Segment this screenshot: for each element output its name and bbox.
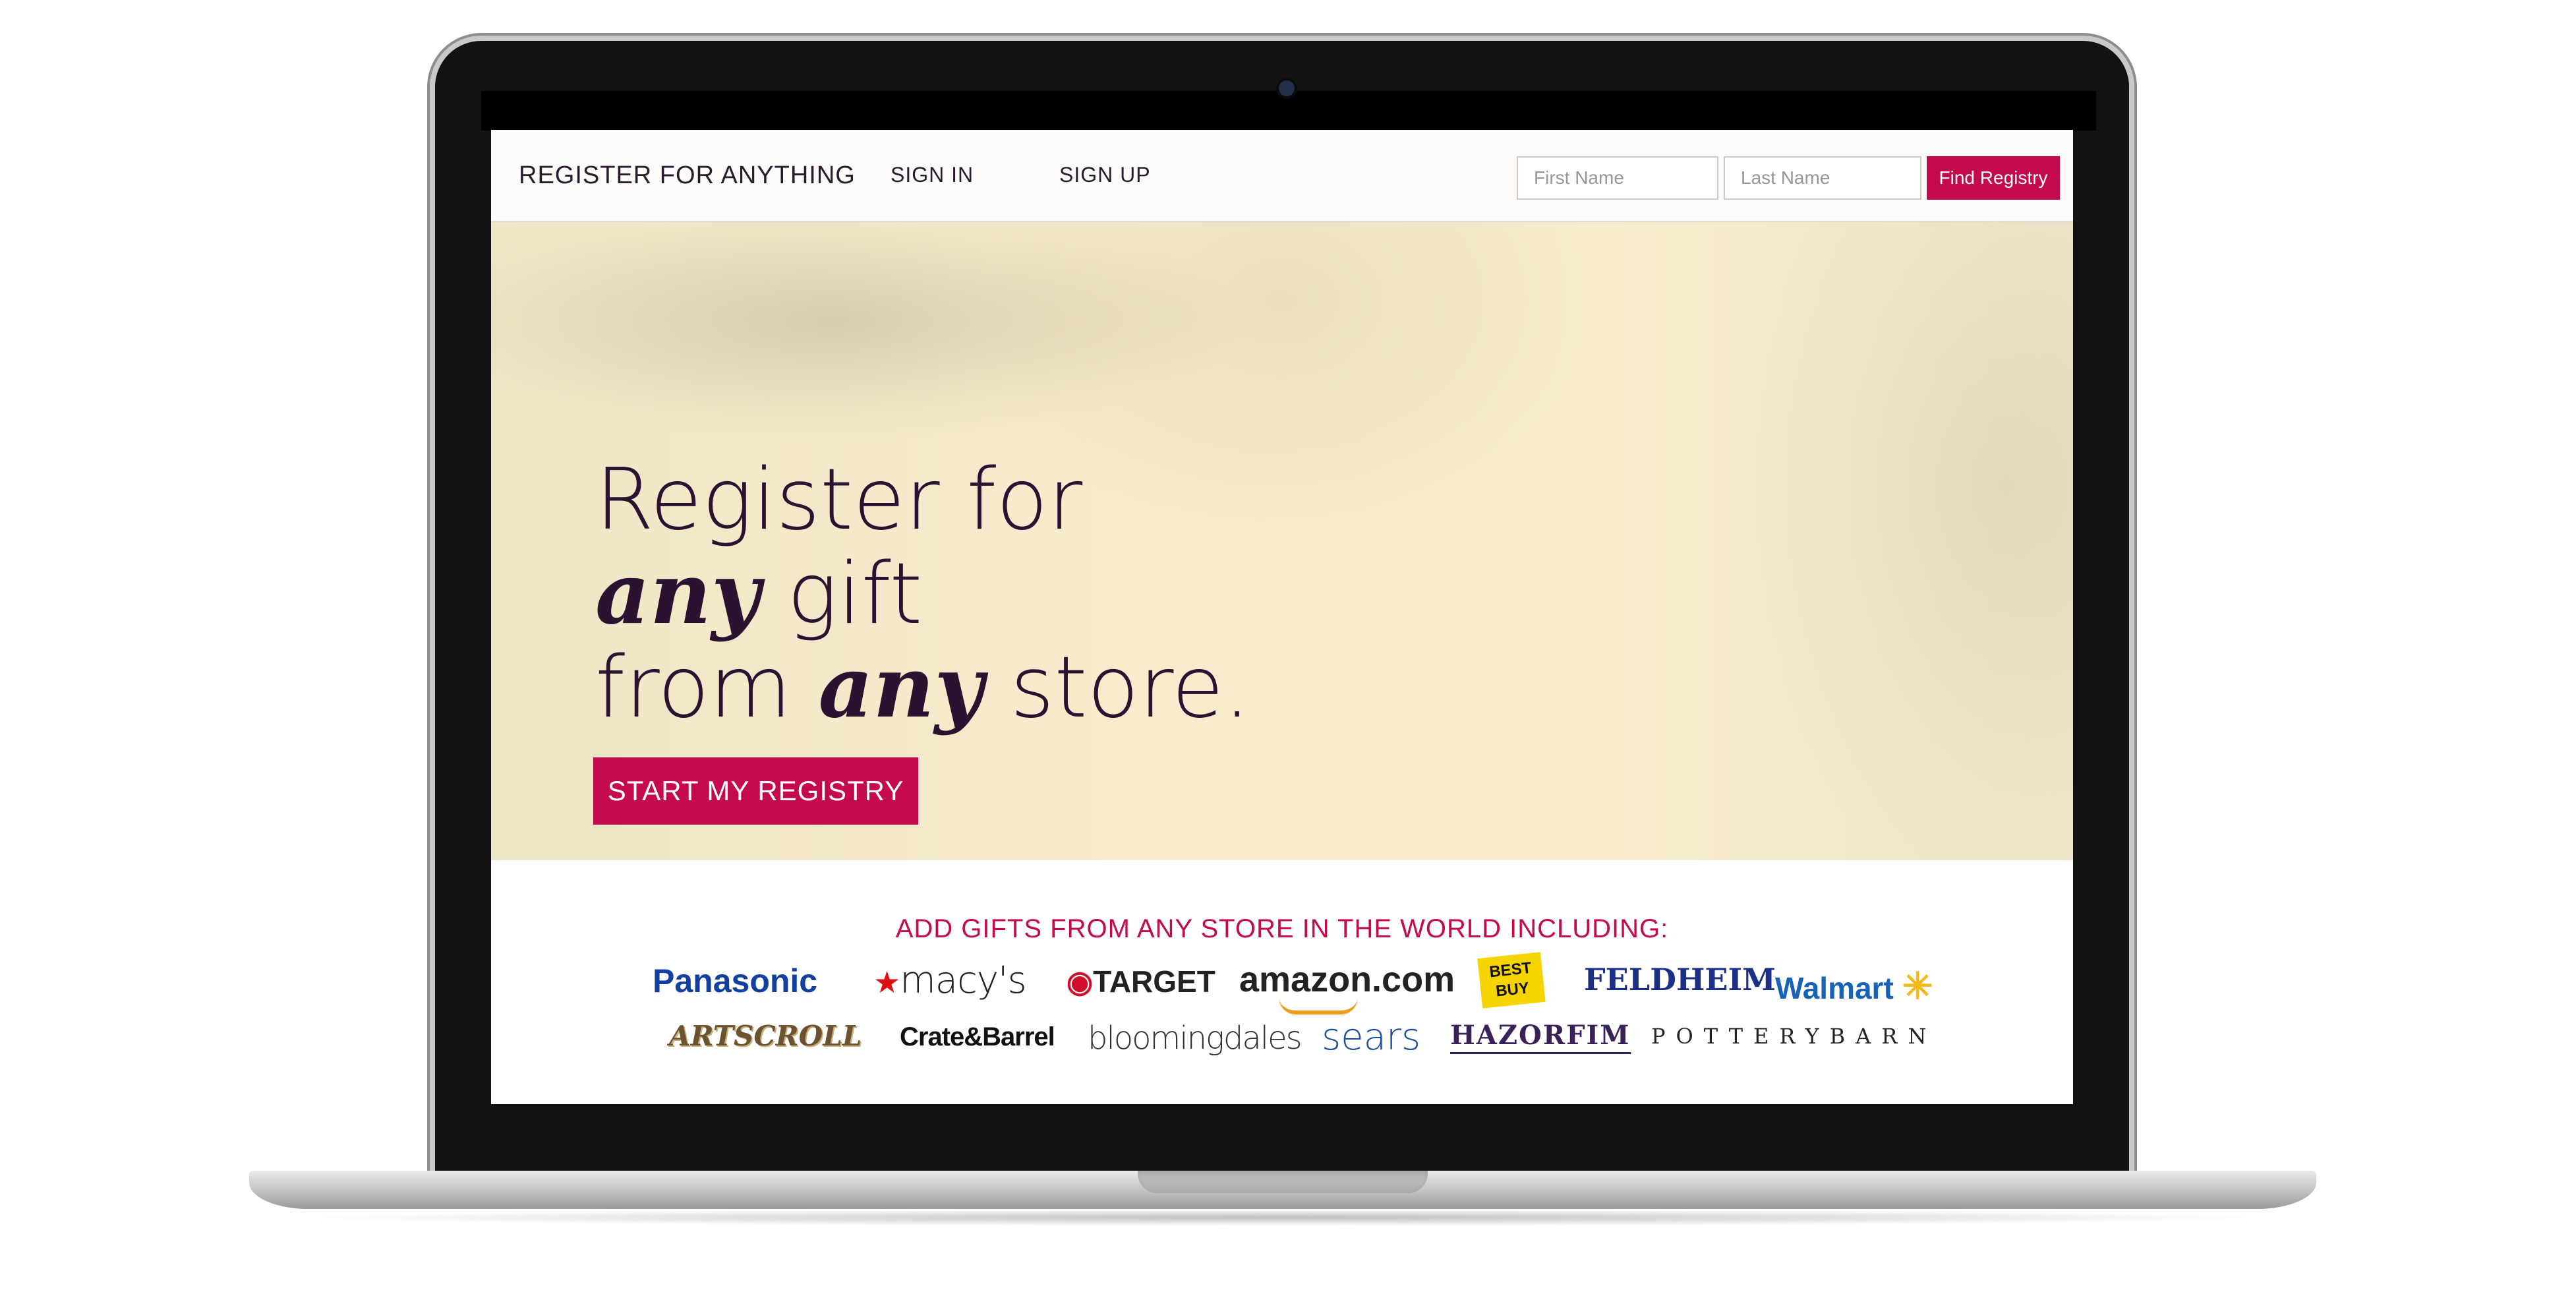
amazon-wordmark: amazon.com <box>1239 960 1455 999</box>
macys-logo: ★macy's <box>873 959 1027 1002</box>
pottery-barn-logo: POTTERYBARN <box>1651 1024 1937 1049</box>
bestbuy-logo: BEST BUY <box>1477 952 1546 1009</box>
amazon-logo: amazon.com <box>1239 959 1455 1014</box>
target-wordmark: TARGET <box>1093 964 1215 999</box>
site-brand[interactable]: REGISTER FOR ANYTHING <box>519 162 856 190</box>
walmart-spark-icon: ✳ <box>1902 965 1933 1007</box>
hero-text: from <box>595 639 819 737</box>
screen-top-bezel <box>481 91 2096 131</box>
stores-heading: ADD GIFTS FROM ANY STORE IN THE WORLD IN… <box>895 914 1669 943</box>
bullseye-icon: ◉ <box>1067 964 1094 999</box>
webcam-icon <box>1279 80 1295 96</box>
artscroll-logo: ARTSCROLL <box>669 1020 862 1052</box>
macys-wordmark: macy's <box>900 959 1026 1002</box>
hero-headline-line-2: any gift <box>595 552 922 637</box>
walmart-wordmark: Walmart <box>1775 971 1894 1005</box>
hero-text: gift <box>760 545 923 643</box>
bloomingdales-logo: bloomingdales <box>1088 1020 1303 1057</box>
target-logo: ◉TARGET <box>1067 964 1215 999</box>
crate-and-barrel-logo: Crate&Barrel <box>900 1022 1055 1051</box>
feldheim-logo: FELDHEIM <box>1584 962 1776 997</box>
hero-text: store. <box>983 639 1251 737</box>
panasonic-logo: Panasonic <box>653 962 818 999</box>
stores-section: ADD GIFTS FROM ANY STORE IN THE WORLD IN… <box>491 862 2073 1104</box>
hero-headline-line-3: from any store. <box>595 645 1250 730</box>
sears-logo: sears <box>1322 1016 1421 1059</box>
first-name-field[interactable] <box>1517 156 1718 200</box>
top-navbar: REGISTER FOR ANYTHING SIGN IN SIGN UP Fi… <box>491 130 2073 222</box>
walmart-logo: Walmart ✳ <box>1775 964 1933 1008</box>
hero-emphasis: any <box>595 544 761 643</box>
find-registry-button[interactable]: Find Registry <box>1927 156 2060 200</box>
amazon-smile-icon <box>1279 997 1358 1014</box>
website-screen: REGISTER FOR ANYTHING SIGN IN SIGN UP Fi… <box>491 130 2073 1104</box>
hazorfim-logo: HAZORFIM <box>1450 1020 1631 1054</box>
sign-in-link[interactable]: SIGN IN <box>891 163 974 187</box>
laptop-shadow <box>283 1209 2285 1226</box>
hero-emphasis: any <box>818 638 983 737</box>
hero-section: Register for any gift from any store. ST… <box>491 222 2073 860</box>
last-name-field[interactable] <box>1724 156 1921 200</box>
start-my-registry-button[interactable]: START MY REGISTRY <box>593 757 918 825</box>
hero-headline-line-1: Register for <box>595 458 1082 543</box>
laptop-opening-notch <box>1138 1171 1428 1193</box>
star-icon: ★ <box>873 964 900 1000</box>
sign-up-link[interactable]: SIGN UP <box>1059 163 1151 187</box>
hero-text: Register for <box>595 451 1083 549</box>
